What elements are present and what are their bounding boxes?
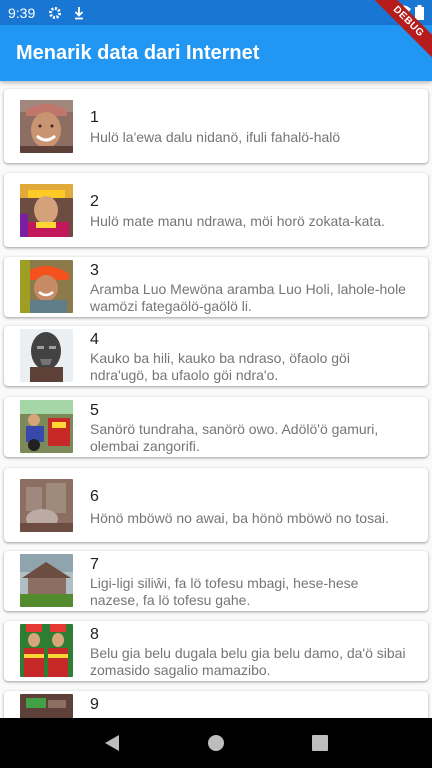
item-thumbnail xyxy=(20,694,73,718)
item-number: 2 xyxy=(90,193,99,210)
list-item[interactable]: 5 Sanörö tundraha, sanörö owo. Adölö'ö g… xyxy=(4,397,428,457)
item-thumbnail xyxy=(20,479,73,532)
navigation-bar xyxy=(0,718,432,768)
item-text: Aramba Luo Mewöna aramba Luo Holi, lahol… xyxy=(90,281,406,314)
download-icon xyxy=(71,5,87,21)
item-thumbnail xyxy=(20,624,73,677)
item-number: 3 xyxy=(90,262,99,279)
item-text: Sanörö tundraha, sanörö owo. Adölö'ö gam… xyxy=(90,421,379,454)
item-number: 7 xyxy=(90,556,99,573)
list-item[interactable]: 2 Hulö mate manu ndrawa, möi horö zokata… xyxy=(4,173,428,247)
item-thumbnail xyxy=(20,329,73,382)
home-icon[interactable] xyxy=(204,731,228,755)
back-icon[interactable] xyxy=(100,731,124,755)
list-item[interactable]: 4 Kauko ba hili, kauko ba ndraso, öfaolo… xyxy=(4,326,428,386)
recents-icon[interactable] xyxy=(308,731,332,755)
item-thumbnail xyxy=(20,100,73,153)
item-thumbnail xyxy=(20,554,73,607)
item-number: 6 xyxy=(90,488,99,505)
item-text: Hulö mate manu ndrawa, möi horö zokata-k… xyxy=(90,213,385,229)
item-text: Belu gia belu dugala belu gia belu damo,… xyxy=(90,645,406,678)
list-item[interactable]: 1 Hulö la'ewa dalu nidanö, ifuli fahalö-… xyxy=(4,89,428,163)
item-thumbnail xyxy=(20,260,73,313)
item-text: Kauko ba hili, kauko ba ndraso, öfaolo g… xyxy=(90,350,350,383)
list-item[interactable]: 6 Hönö mböwö no awai, ba hönö mböwö no t… xyxy=(4,468,428,542)
item-number: 1 xyxy=(90,109,99,126)
page-title: Menarik data dari Internet xyxy=(16,41,260,64)
item-text: Hönö mböwö no awai, ba hönö mböwö no tos… xyxy=(90,510,389,526)
list-item[interactable]: 7 Ligi-ligi siliŵi, fa lö tofesu mbagi, … xyxy=(4,551,428,611)
item-text: Ligi-ligi siliŵi, fa lö tofesu mbagi, he… xyxy=(90,575,359,608)
item-number: 5 xyxy=(90,402,99,419)
item-number: 4 xyxy=(90,331,99,348)
item-text: Hulö la'ewa dalu nidanö, ifuli fahalö-ha… xyxy=(90,129,341,145)
item-list[interactable]: 1 Hulö la'ewa dalu nidanö, ifuli fahalö-… xyxy=(0,81,432,718)
item-number: 9 xyxy=(90,696,99,713)
item-thumbnail xyxy=(20,400,73,453)
debug-banner: DEBUG xyxy=(362,0,432,70)
status-time: 9:39 xyxy=(8,4,36,21)
gear-icon xyxy=(47,5,63,21)
list-item[interactable]: 9 xyxy=(4,691,428,718)
list-item[interactable]: 8 Belu gia belu dugala belu gia belu dam… xyxy=(4,621,428,681)
list-item[interactable]: 3 Aramba Luo Mewöna aramba Luo Holi, lah… xyxy=(4,257,428,317)
debug-banner-label: DEBUG xyxy=(366,0,432,64)
item-number: 8 xyxy=(90,626,99,643)
item-thumbnail xyxy=(20,184,73,237)
